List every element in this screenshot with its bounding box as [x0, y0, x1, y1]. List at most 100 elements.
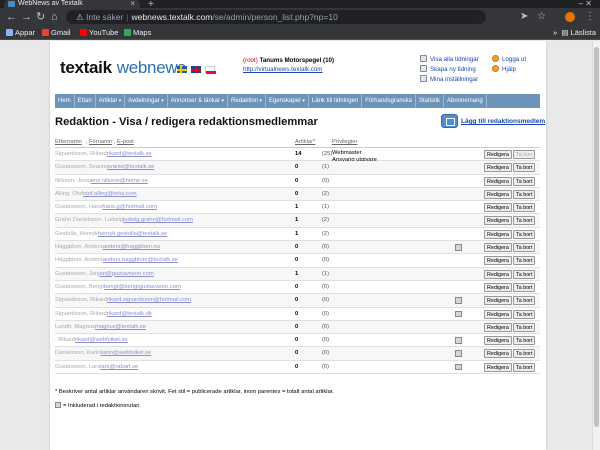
close-tab-icon[interactable]: ×	[130, 0, 135, 8]
delete-member-button[interactable]: Ta bort	[513, 176, 536, 186]
edit-member-button[interactable]: Redigera	[484, 243, 512, 253]
member-email-link[interactable]: olof.alling@telia.com	[83, 191, 137, 197]
delete-member-button[interactable]: Ta bort	[513, 189, 536, 199]
delete-member-button[interactable]: Ta bort	[513, 349, 536, 359]
member-email-link[interactable]: lars@rabart.se	[100, 364, 138, 370]
member-email-link[interactable]: hans.g@hotmail.com	[102, 204, 157, 210]
delete-member-button[interactable]: Ta bort	[513, 243, 536, 253]
window-controls[interactable]: – ✕	[579, 0, 592, 8]
back-icon[interactable]: ←	[6, 10, 17, 24]
included-in-box-checkbox[interactable]	[455, 350, 462, 357]
reload-icon[interactable]: ↻	[36, 10, 45, 24]
member-email-link[interactable]: rikard@textalk.se	[107, 151, 152, 157]
delete-member-button[interactable]: Ta bort	[513, 322, 536, 332]
sort-email-header[interactable]: E-post	[117, 139, 134, 145]
delete-member-button[interactable]: Ta bort	[513, 336, 536, 346]
member-email-link[interactable]: anders.haggblom@textalk.se	[103, 257, 178, 263]
delete-member-button[interactable]: Ta bort	[513, 203, 536, 213]
nav-item-1[interactable]: Ettan	[75, 94, 96, 108]
edit-member-button[interactable]: Redigera	[484, 229, 512, 239]
edit-member-button[interactable]: Redigera	[484, 163, 512, 173]
bookmark-gmail[interactable]: Gmail	[42, 26, 71, 39]
bookmark-apps[interactable]: Appar	[6, 26, 35, 39]
delete-member-button[interactable]: Ta bort	[513, 309, 536, 319]
share-icon[interactable]: ➤	[520, 10, 528, 24]
sort-articles-header[interactable]: Artiklar*	[295, 139, 315, 145]
nav-item-10[interactable]: Abonnemang	[444, 94, 487, 108]
reading-list[interactable]: » ▤ Läslista	[553, 26, 596, 39]
scrollbar-thumb[interactable]	[594, 47, 599, 427]
member-email-link[interactable]: rikard@textalk.dk	[107, 311, 152, 317]
edit-member-button[interactable]: Redigera	[484, 322, 512, 332]
nav-item-6[interactable]: Egenskaper	[266, 94, 309, 108]
edit-member-button[interactable]: Redigera	[484, 150, 512, 159]
my-settings-link[interactable]: Mina inställningar	[420, 75, 479, 85]
edit-member-button[interactable]: Redigera	[484, 282, 512, 292]
sort-surname-header[interactable]: Efternamn	[55, 139, 82, 145]
create-paper-link[interactable]: Skapa ny tidning	[420, 65, 479, 75]
edit-member-button[interactable]: Redigera	[484, 176, 512, 186]
included-in-box-checkbox[interactable]	[455, 310, 462, 318]
delete-member-button[interactable]: Ta bort	[513, 296, 536, 306]
member-email-link[interactable]: henryk.gestolla@textalk.se	[98, 231, 167, 237]
edit-member-button[interactable]: Redigera	[484, 216, 512, 226]
star-icon[interactable]: ☆	[537, 10, 546, 24]
textalk-webnews-logo[interactable]: textaik webnews	[60, 58, 186, 78]
edit-member-button[interactable]: Redigera	[484, 296, 512, 306]
included-in-box-checkbox[interactable]	[455, 244, 462, 251]
nav-item-8[interactable]: Förhandsgranska	[362, 94, 416, 108]
sort-privileges-header[interactable]: Privilegier	[332, 139, 357, 145]
member-email-link[interactable]: jens.nilsson@home.se	[89, 178, 147, 184]
page-scrollbar[interactable]	[592, 41, 600, 450]
edit-member-button[interactable]: Redigera	[484, 269, 512, 279]
bookmark-youtube[interactable]: YouTube	[80, 26, 118, 39]
included-in-box-checkbox[interactable]	[455, 363, 462, 371]
edit-member-button[interactable]: Redigera	[484, 362, 512, 372]
edit-member-button[interactable]: Redigera	[484, 189, 512, 199]
delete-member-button[interactable]: Ta bort	[513, 163, 536, 173]
edit-member-button[interactable]: Redigera	[484, 336, 512, 346]
nav-item-9[interactable]: Statistik	[416, 94, 445, 108]
member-email-link[interactable]: rikard.sigvardsson@hotmail.com	[107, 297, 191, 303]
polish-flag-icon[interactable]	[205, 66, 216, 74]
site-url-link[interactable]: http://virtualnews.textalk.com	[243, 66, 322, 73]
delete-member-button[interactable]: Ta bort	[513, 229, 536, 239]
delete-member-button[interactable]: Ta bort	[513, 362, 536, 372]
help-link[interactable]: Hjälp	[492, 65, 526, 75]
member-email-link[interactable]: bengt@bengtgustavsson.com	[104, 284, 181, 290]
show-all-papers-link[interactable]: Visa alla tidningar	[420, 55, 479, 65]
uk-flag-icon[interactable]	[191, 66, 201, 73]
bookmark-maps[interactable]: Maps	[124, 26, 151, 39]
edit-member-button[interactable]: Redigera	[484, 203, 512, 213]
nav-item-0[interactable]: Hem	[55, 94, 75, 108]
address-bar[interactable]: ⚠ Inte säker | webnews.textalk.com/se/admi…	[66, 10, 486, 24]
member-email-link[interactable]: jan@gustavsson.com	[98, 271, 154, 277]
edit-member-button[interactable]: Redigera	[484, 256, 512, 266]
nav-item-5[interactable]: Redaktion	[228, 94, 266, 108]
nav-item-3[interactable]: Avdelningar	[125, 94, 168, 108]
delete-member-button[interactable]: Ta bort	[513, 216, 536, 226]
sort-firstname-header[interactable]: Förnamn	[89, 139, 112, 145]
edit-member-button[interactable]: Redigera	[484, 309, 512, 319]
edit-member-button[interactable]: Redigera	[484, 349, 512, 359]
logout-link[interactable]: Logga ut	[492, 55, 526, 65]
add-member-link[interactable]: Lägg till redaktionsmedlem	[461, 118, 545, 125]
swedish-flag-icon[interactable]	[177, 66, 187, 73]
forward-icon[interactable]: →	[21, 10, 32, 24]
member-email-link[interactable]: svante@textalk.se	[107, 164, 154, 170]
member-email-link[interactable]: ludwig.grahn@hotmail.com	[123, 217, 193, 223]
delete-member-button[interactable]: Ta bort	[513, 269, 536, 279]
member-email-link[interactable]: magnus@textalk.se	[95, 324, 146, 330]
member-email-link[interactable]: anders@haggblom.nu	[103, 244, 160, 250]
nav-item-7[interactable]: Länk till tidningen	[309, 94, 363, 108]
delete-member-button[interactable]: Ta bort	[513, 282, 536, 292]
member-email-link[interactable]: karin@webfolket.se	[100, 350, 151, 356]
nav-item-4[interactable]: Annonser & länkar	[168, 94, 229, 108]
home-icon[interactable]: ⌂	[51, 10, 58, 24]
member-email-link[interactable]: rikard@webfolket.se	[75, 337, 128, 343]
included-in-box-checkbox[interactable]	[455, 297, 462, 304]
extension-icon[interactable]	[565, 12, 575, 22]
add-member-icon[interactable]	[441, 114, 458, 128]
delete-member-button[interactable]: Ta bort	[513, 256, 536, 266]
included-in-box-checkbox[interactable]	[455, 337, 462, 344]
